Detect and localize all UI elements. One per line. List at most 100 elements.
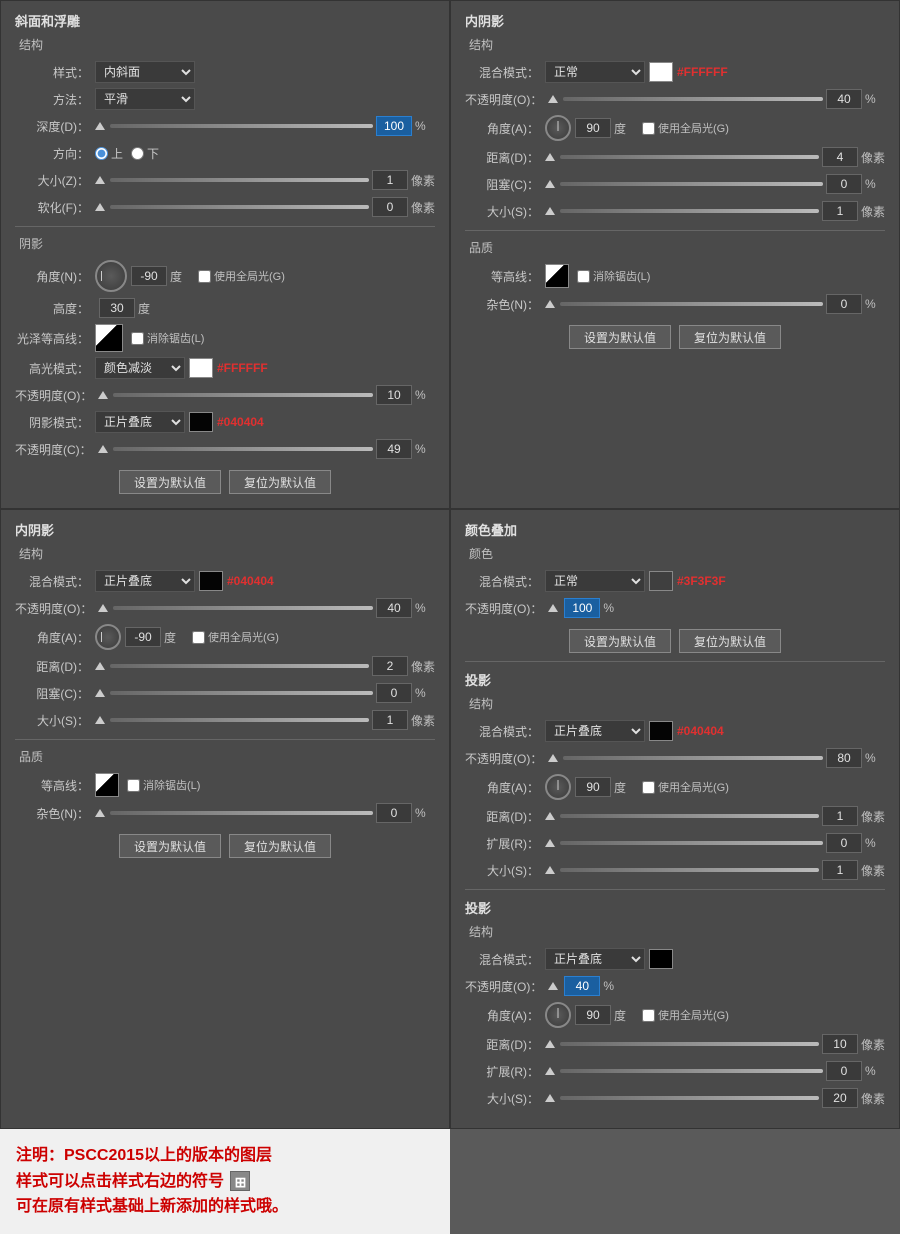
tr-choke-value[interactable] [826,174,862,194]
highlight-mode-select[interactable]: 颜色减淡 [95,357,185,379]
br-blend-select[interactable]: 正常 [545,570,645,592]
ds2-angle-value[interactable] [575,1005,611,1025]
tr-choke-track[interactable] [560,182,823,186]
global-light-checkbox[interactable] [198,270,211,283]
ds2-opacity-slider[interactable] [548,982,558,990]
tr-set-default-btn[interactable]: 设置为默认值 [569,325,671,349]
bevel-set-default-btn[interactable]: 设置为默认值 [119,470,221,494]
ds2-angle-dial[interactable] [545,1002,571,1028]
ds1-blend-select[interactable]: 正片叠底 [545,720,645,742]
shadow-opacity-value[interactable] [376,439,412,459]
br-set-default-btn1[interactable]: 设置为默认值 [569,629,671,653]
tr-eliminate-option[interactable]: 消除锯齿(L) [577,268,650,284]
tr-eliminate-checkbox[interactable] [577,270,590,283]
bl-set-default-btn[interactable]: 设置为默认值 [119,834,221,858]
style-select[interactable]: 内斜面 [95,61,195,83]
ds1-opacity-slider[interactable] [548,754,558,762]
tr-choke-slider[interactable] [545,180,555,188]
bl-contour-preview[interactable] [95,773,119,797]
shadow-color-swatch[interactable] [189,412,213,432]
bl-noise-value[interactable] [376,803,412,823]
dir-up-radio[interactable] [95,147,108,160]
soften-track[interactable] [110,205,369,209]
size-track[interactable] [110,178,369,182]
shadow-mode-select[interactable]: 正片叠底 [95,411,185,433]
depth-track[interactable] [110,124,373,128]
bl-opacity-track[interactable] [113,606,373,610]
ds2-spread-value[interactable] [826,1061,862,1081]
ds1-spread-slider[interactable] [545,839,555,847]
bl-choke-track[interactable] [110,691,373,695]
dir-down-radio[interactable] [131,147,144,160]
tr-angle-value[interactable] [575,118,611,138]
bl-distance-track[interactable] [110,664,369,668]
ds1-size-track[interactable] [560,868,819,872]
ds1-size-value[interactable] [822,860,858,880]
hl-opacity-track[interactable] [113,393,373,397]
tr-noise-value[interactable] [826,294,862,314]
ds1-spread-track[interactable] [560,841,823,845]
bl-angle-value[interactable] [125,627,161,647]
tr-blend-select[interactable]: 正常 [545,61,645,83]
global-light-option[interactable]: 使用全局光(G) [198,268,285,284]
br-blend-color[interactable] [649,571,673,591]
ds2-distance-value[interactable] [822,1034,858,1054]
soften-value[interactable] [372,197,408,217]
ds2-spread-track[interactable] [560,1069,823,1073]
bl-global-light-checkbox[interactable] [192,631,205,644]
bl-blend-color[interactable] [199,571,223,591]
tr-reset-default-btn[interactable]: 复位为默认值 [679,325,781,349]
tr-size-value[interactable] [822,201,858,221]
tr-blend-color[interactable] [649,62,673,82]
dir-up-option[interactable]: 上 [95,145,123,162]
br-opacity-value[interactable] [564,598,600,618]
bl-reset-default-btn[interactable]: 复位为默认值 [229,834,331,858]
bevel-reset-default-btn[interactable]: 复位为默认值 [229,470,331,494]
shadow-opacity-track[interactable] [113,447,373,451]
tr-distance-value[interactable] [822,147,858,167]
bl-distance-slider[interactable] [95,662,105,670]
gloss-preview[interactable] [95,324,123,352]
size-slider[interactable] [95,176,105,184]
tr-size-track[interactable] [560,209,819,213]
depth-slider[interactable] [95,122,105,130]
ds2-global-light-checkbox[interactable] [642,1009,655,1022]
ds1-global-light-option[interactable]: 使用全局光(G) [642,779,729,795]
tr-size-slider[interactable] [545,207,555,215]
bl-size-track[interactable] [110,718,369,722]
bl-size-slider[interactable] [95,716,105,724]
hl-opacity-value[interactable] [376,385,412,405]
bl-opacity-slider[interactable] [98,604,108,612]
size-value[interactable] [372,170,408,190]
ds2-distance-track[interactable] [560,1042,819,1046]
ds1-distance-slider[interactable] [545,812,555,820]
bl-choke-slider[interactable] [95,689,105,697]
depth-value[interactable] [376,116,412,136]
tr-opacity-value[interactable] [826,89,862,109]
ds2-blend-color[interactable] [649,949,673,969]
ds2-blend-select[interactable]: 正片叠底 [545,948,645,970]
tr-distance-track[interactable] [560,155,819,159]
tr-distance-slider[interactable] [545,153,555,161]
soften-slider[interactable] [95,203,105,211]
ds1-spread-value[interactable] [826,833,862,853]
bl-eliminate-checkbox[interactable] [127,779,140,792]
tr-global-light-checkbox[interactable] [642,122,655,135]
bl-size-value[interactable] [372,710,408,730]
ds1-opacity-value[interactable] [826,748,862,768]
tr-opacity-slider[interactable] [548,95,558,103]
tr-opacity-track[interactable] [563,97,823,101]
bl-eliminate-option[interactable]: 消除锯齿(L) [127,777,200,793]
ds1-angle-dial[interactable] [545,774,571,800]
ds1-blend-color[interactable] [649,721,673,741]
ds2-distance-slider[interactable] [545,1040,555,1048]
ds1-distance-track[interactable] [560,814,819,818]
br-opacity-slider[interactable] [548,604,558,612]
ds1-size-slider[interactable] [545,866,555,874]
ds2-size-value[interactable] [822,1088,858,1108]
bl-distance-value[interactable] [372,656,408,676]
eliminate-option[interactable]: 消除锯齿(L) [131,330,204,346]
eliminate-checkbox[interactable] [131,332,144,345]
dir-down-option[interactable]: 下 [131,145,159,162]
bl-blend-select[interactable]: 正片叠底 [95,570,195,592]
